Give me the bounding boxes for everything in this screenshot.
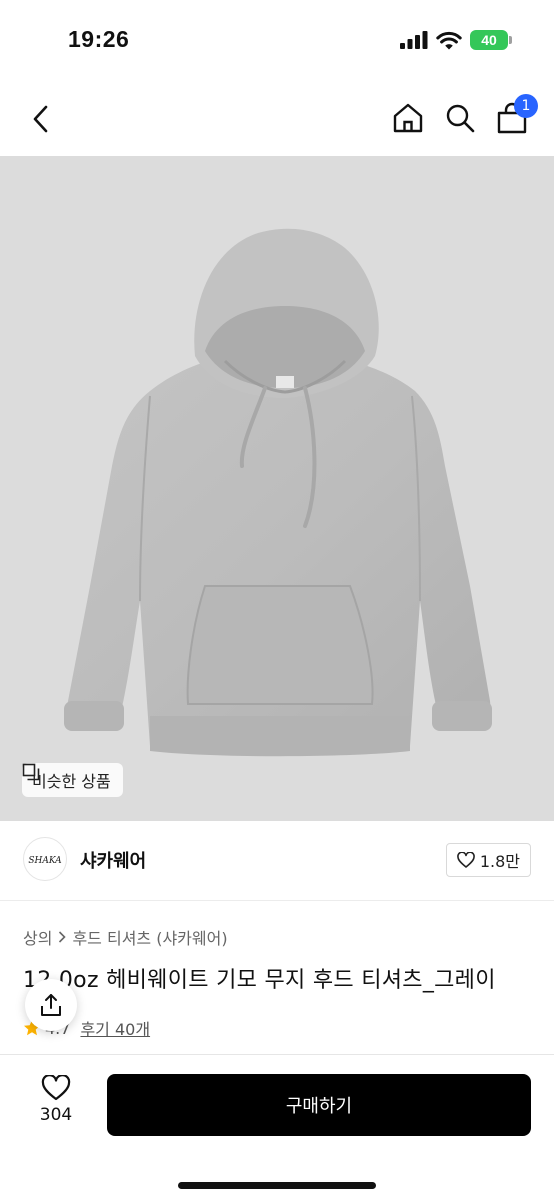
brand-logo-mark: SHAKA xyxy=(28,856,62,866)
wifi-icon xyxy=(436,31,462,49)
similar-icon xyxy=(22,763,40,781)
cart-badge: 1 xyxy=(514,94,538,118)
share-icon xyxy=(41,994,61,1016)
back-button[interactable] xyxy=(24,102,58,136)
status-time: 19:26 xyxy=(68,26,130,52)
product-title: 12.0oz 헤비웨이트 기모 무지 후드 티셔츠_그레이 xyxy=(23,968,496,993)
breadcrumb-subcategory[interactable]: 후드 티셔츠 (샤카웨어) xyxy=(72,925,227,949)
hoodie-illustration xyxy=(64,228,492,757)
search-icon xyxy=(446,104,475,133)
svg-text:SHAKA: SHAKA xyxy=(28,856,62,866)
wishlist-count: 304 xyxy=(39,1105,73,1125)
home-button[interactable] xyxy=(392,98,424,138)
signal-icon xyxy=(400,31,428,49)
search-button[interactable] xyxy=(444,98,476,138)
breadcrumb-category[interactable]: 상의 xyxy=(23,925,52,949)
battery-icon: 40 xyxy=(470,30,512,50)
top-nav: 1 xyxy=(0,80,554,158)
wishlist-button[interactable]: 304 xyxy=(26,1075,86,1135)
bottom-bar: 304 구매하기 xyxy=(0,1054,554,1200)
status-bar: 19:26 40 xyxy=(0,0,554,80)
reviews-link[interactable]: 후기 40개 xyxy=(80,1016,150,1040)
cart-button[interactable]: 1 xyxy=(496,94,538,138)
breadcrumb: 상의 후드 티셔츠 (샤카웨어) xyxy=(23,925,228,949)
product-image[interactable]: 비슷한 상품 xyxy=(0,156,554,821)
brand-name[interactable]: 샤카웨어 xyxy=(80,847,146,873)
similar-label: 비슷한 상품 xyxy=(32,772,111,791)
similar-products-button[interactable]: 비슷한 상품 xyxy=(22,763,123,797)
brand-row: SHAKA 샤카웨어 1.8만 xyxy=(0,821,554,901)
nav-actions: 1 xyxy=(392,94,538,138)
brand-like-button[interactable]: 1.8만 xyxy=(445,843,531,877)
buy-button[interactable]: 구매하기 xyxy=(107,1074,531,1136)
heart-icon xyxy=(457,852,475,868)
chevron-left-icon xyxy=(33,105,48,133)
brand-logo[interactable]: SHAKA xyxy=(23,837,67,881)
heart-icon xyxy=(41,1075,71,1101)
share-button[interactable] xyxy=(25,979,77,1031)
home-icon xyxy=(393,103,423,133)
chevron-right-icon xyxy=(59,931,67,943)
home-indicator xyxy=(178,1182,376,1189)
brand-like-count: 1.8만 xyxy=(479,852,520,871)
status-icons: 40 xyxy=(400,30,512,50)
